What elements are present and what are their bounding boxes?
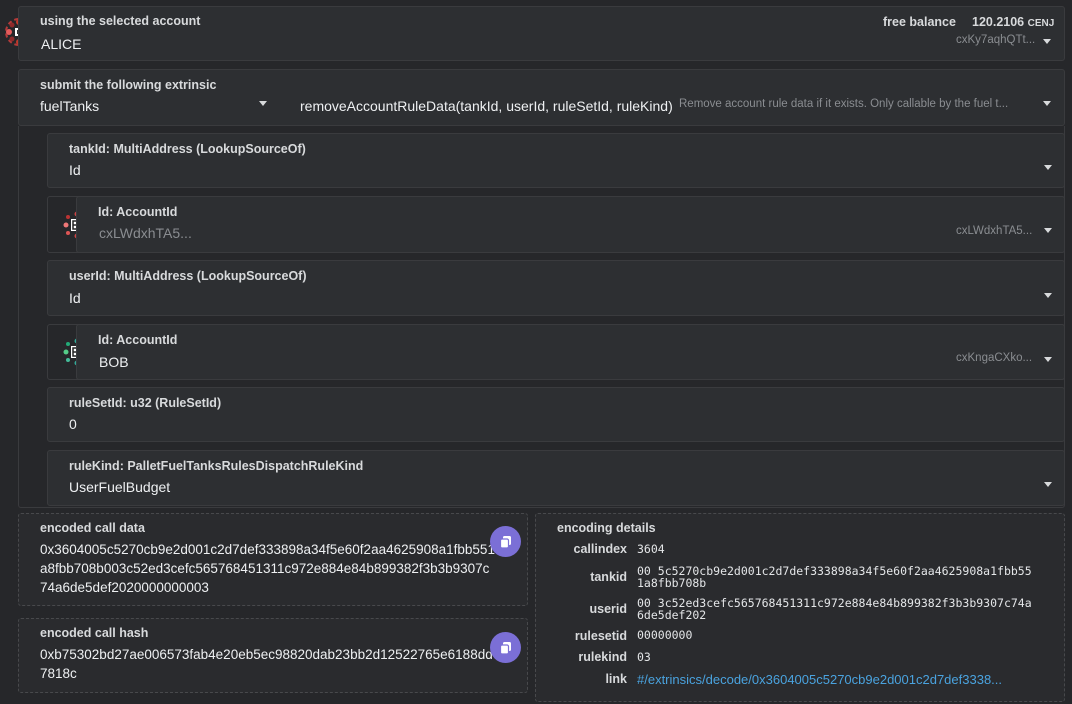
account-name: ALICE <box>41 36 82 52</box>
encoded-call-hash-value: 0xb75302bd27ae006573fab4e20eb5ec98820dab… <box>40 647 493 681</box>
userid-account-label: Id: AccountId <box>98 333 178 347</box>
chevron-down-icon[interactable] <box>1043 101 1051 106</box>
encoded-call-data-label: encoded call data <box>40 521 145 535</box>
account-selector[interactable]: using the selected account ALICE free ba… <box>18 6 1065 61</box>
pallet-value: fuelTanks <box>40 98 100 114</box>
encoded-call-hash-label: encoded call hash <box>40 626 149 640</box>
rulekind-enc-label: rulekind <box>578 650 627 664</box>
tankid-enc-label: tankid <box>590 570 627 584</box>
encoded-call-data: encoded call data 0x3604005c5270cb9e2d00… <box>18 513 528 606</box>
userid-dropdown[interactable]: userId: MultiAddress (LookupSourceOf) Id <box>47 260 1065 316</box>
rulesetid-enc-label: rulesetid <box>574 629 627 643</box>
copy-icon <box>499 641 511 655</box>
tankid-account-address: cxLWdxhTA5... <box>956 225 1033 237</box>
userid-account-address: cxKngaCXko... <box>956 352 1033 364</box>
tankid-account-value: cxLWdxhTA5... <box>99 225 192 241</box>
userid-account-dropdown[interactable]: Id: AccountId BOB cxKngaCXko... <box>76 324 1065 380</box>
link-label: link <box>605 672 627 686</box>
account-address: cxKy7aqhQTt... <box>956 34 1036 46</box>
rulesetid-label: ruleSetId: u32 (RuleSetId) <box>69 396 222 410</box>
account-label: using the selected account <box>40 14 201 28</box>
callindex-value: 3604 <box>637 542 665 556</box>
rulekind-enc-value: 03 <box>637 650 651 664</box>
tankid-label: tankId: MultiAddress (LookupSourceOf) <box>69 142 306 156</box>
pallet-dropdown[interactable]: fuelTanks <box>19 70 277 125</box>
chevron-down-icon[interactable] <box>1044 228 1052 233</box>
rulekind-label: ruleKind: PalletFuelTanksRulesDispatchRu… <box>69 459 364 473</box>
rulesetid-enc-value: 00000000 <box>637 628 693 642</box>
chevron-down-icon[interactable] <box>259 101 267 106</box>
encoding-details-label: encoding details <box>557 521 656 535</box>
free-balance-value: 120.2106 CENJ <box>972 15 1055 29</box>
method-description: Remove account rule data if it exists. O… <box>679 98 1009 110</box>
userid-label: userId: MultiAddress (LookupSourceOf) <box>69 269 307 283</box>
userid-account-value: BOB <box>99 354 129 370</box>
encoded-call-data-value: 0x3604005c5270cb9e2d001c2d7def333898a34f… <box>40 542 495 595</box>
userid-enc-label: userid <box>589 602 627 616</box>
encoding-details: encoding details callindex 3604 tankid 0… <box>535 513 1065 702</box>
tankid-dropdown[interactable]: tankId: MultiAddress (LookupSourceOf) Id <box>47 133 1065 188</box>
tankid-account-label: Id: AccountId <box>98 205 178 219</box>
copy-call-hash-button[interactable] <box>490 632 521 663</box>
chevron-down-icon[interactable] <box>1044 165 1052 170</box>
chevron-down-icon[interactable] <box>1043 39 1051 44</box>
encoded-call-hash: encoded call hash 0xb75302bd27ae006573fa… <box>18 618 528 693</box>
extrinsic-section: submit the following extrinsic fuelTanks… <box>18 69 1065 126</box>
method-value: removeAccountRuleData(tankId, userId, ru… <box>300 98 673 114</box>
decode-link[interactable]: #/extrinsics/decode/0x3604005c5270cb9e2d… <box>637 672 1037 688</box>
callindex-label: callindex <box>573 542 628 556</box>
rulesetid-input[interactable]: ruleSetId: u32 (RuleSetId) 0 <box>47 387 1065 442</box>
tankid-account-dropdown[interactable]: Id: AccountId cxLWdxhTA5... cxLWdxhTA5..… <box>76 196 1065 253</box>
copy-icon <box>499 535 511 549</box>
userid-value: Id <box>69 290 81 306</box>
rulekind-value: UserFuelBudget <box>69 479 171 495</box>
userid-enc-value: 00 3c52ed3cefc565768451311c972e884e84b89… <box>637 596 1032 622</box>
chevron-down-icon[interactable] <box>1044 482 1052 487</box>
tankid-value: Id <box>69 162 81 178</box>
rulesetid-value: 0 <box>69 416 77 432</box>
free-balance-label: free balance <box>883 15 956 29</box>
copy-call-data-button[interactable] <box>490 526 521 557</box>
chevron-down-icon[interactable] <box>1044 357 1052 362</box>
chevron-down-icon[interactable] <box>1044 293 1052 298</box>
tankid-enc-value: 00 5c5270cb9e2d001c2d7def333898a34f5e60f… <box>637 564 1032 590</box>
method-dropdown[interactable]: removeAccountRuleData(tankId, userId, ru… <box>289 70 1064 125</box>
rulekind-dropdown[interactable]: ruleKind: PalletFuelTanksRulesDispatchRu… <box>47 450 1065 506</box>
